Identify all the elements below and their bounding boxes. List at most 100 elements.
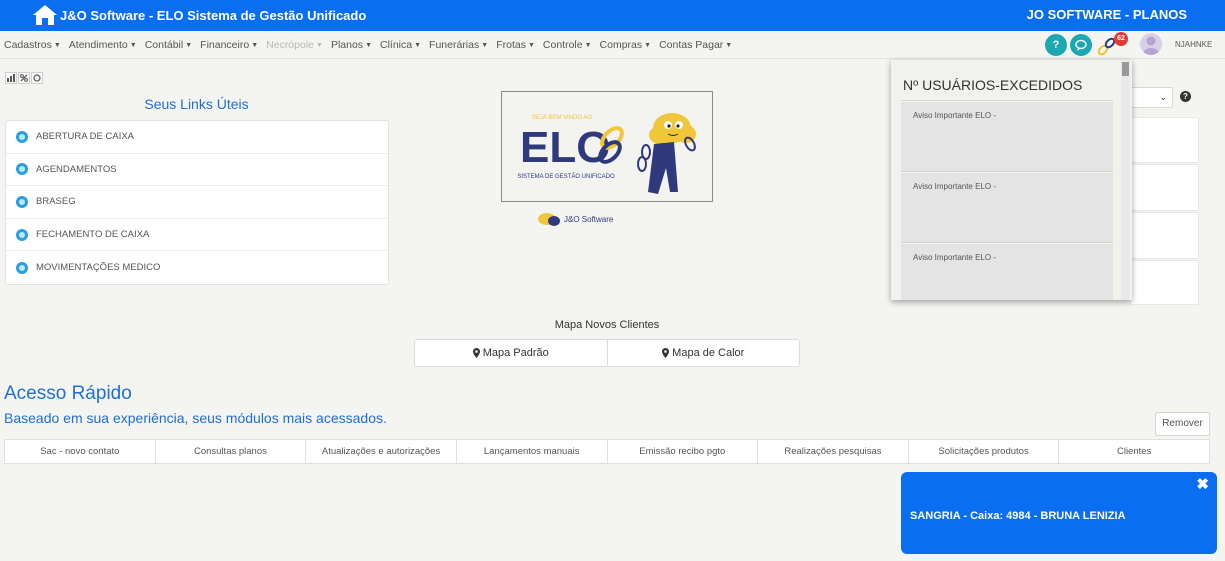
company-plan-title[interactable]: JO SOFTWARE - PLANOS xyxy=(1027,7,1187,22)
link-item[interactable]: MOVIMENTAÇÕES MEDICO xyxy=(6,251,388,284)
excess-users-dropdown: Nº USUÁRIOS-EXCEDIDOS Aviso Importante E… xyxy=(891,60,1132,300)
chevron-down-icon: ⌄ xyxy=(1159,92,1167,102)
remove-button[interactable]: Remover xyxy=(1155,412,1210,436)
link-label: FECHAMENTO DE CAIXA xyxy=(36,229,150,241)
link-item[interactable]: FECHAMENTO DE CAIXA xyxy=(6,219,388,252)
useful-links-title: Seus Links Úteis xyxy=(144,96,249,112)
dropdown-scrollbar[interactable] xyxy=(1121,60,1130,300)
quick-access-item[interactable]: Realizações pesquisas xyxy=(758,440,909,463)
quick-access-item[interactable]: Sac - novo contato xyxy=(5,440,156,463)
map-button-label: Mapa Padrão xyxy=(482,347,549,359)
quick-access-item[interactable]: Clientes xyxy=(1059,440,1209,463)
elo-welcome-banner: SEJA BEM VINDO AO ELO SISTEMA DE GESTÃO … xyxy=(501,91,713,202)
link-label: AGENDAMENTOS xyxy=(36,163,117,175)
map-marker-icon xyxy=(472,348,480,358)
quick-access-item[interactable]: Atualizações e autorizações xyxy=(306,440,457,463)
toast-notification[interactable]: ✖ SANGRIA - Caixa: 4984 - BRUNA LENIZIA xyxy=(901,472,1217,554)
info-panel-box xyxy=(1130,117,1199,163)
menu-financeiro[interactable]: Financeiro ▼ xyxy=(200,39,258,51)
help-icon[interactable]: ? xyxy=(1045,34,1067,56)
menu-label: Cadastros xyxy=(4,39,52,51)
username[interactable]: NJAHNKE xyxy=(1175,40,1212,49)
menu-frotas[interactable]: Frotas ▼ xyxy=(496,39,535,51)
menu-label: Controle xyxy=(542,39,583,51)
menu-funerarias[interactable]: Funerárias ▼ xyxy=(429,39,488,51)
caret-down-icon: ▼ xyxy=(644,41,652,49)
home-icon[interactable] xyxy=(32,4,58,26)
menu-label: Funerárias xyxy=(429,39,480,51)
menu-label: Frotas xyxy=(496,39,526,51)
link-icon[interactable] xyxy=(18,72,30,84)
menu-controle[interactable]: Controle ▼ xyxy=(543,39,592,51)
notification-badge: 62 xyxy=(1114,32,1128,46)
menu-atendimento[interactable]: Atendimento ▼ xyxy=(69,39,137,51)
map-button-group: Mapa Padrão Mapa de Calor xyxy=(414,339,800,367)
caret-down-icon: ▼ xyxy=(185,41,193,49)
link-item[interactable]: AGENDAMENTOS xyxy=(6,154,388,187)
brand-text: J&O Software xyxy=(564,215,613,224)
link-item[interactable]: BRASEG xyxy=(6,186,388,219)
new-clients-map-title: Mapa Novos Clientes xyxy=(554,319,660,331)
caret-down-icon: ▼ xyxy=(129,41,137,49)
bullet-icon xyxy=(16,261,28,274)
top-bar: J&O Software - ELO Sistema de Gestão Uni… xyxy=(0,0,1225,31)
period-select[interactable]: ⌄ xyxy=(1128,87,1173,108)
question-icon[interactable]: ? xyxy=(1180,91,1191,102)
toast-message: SANGRIA - Caixa: 4984 - BRUNA LENIZIA xyxy=(910,510,1126,522)
menu-label: Atendimento xyxy=(68,39,128,51)
info-panel-box xyxy=(1130,260,1199,305)
standard-map-button[interactable]: Mapa Padrão xyxy=(415,340,607,366)
caret-down-icon: ▼ xyxy=(365,41,372,49)
widget-toolbar xyxy=(5,72,44,84)
menu-label: Financeiro xyxy=(200,39,250,51)
link-label: ABERTURA DE CAIXA xyxy=(36,131,135,143)
user-icon xyxy=(1143,36,1159,55)
map-marker-icon xyxy=(662,348,670,358)
menu-label: Clínica xyxy=(380,39,413,51)
bullet-icon xyxy=(16,130,28,143)
heat-map-button[interactable]: Mapa de Calor xyxy=(606,340,800,366)
menu-label: Compras xyxy=(599,39,643,51)
chat-bubble-icon xyxy=(1075,39,1087,51)
quick-access-item[interactable]: Lançamentos manuais xyxy=(457,440,608,463)
scrollbar-thumb[interactable] xyxy=(1122,62,1129,76)
close-icon[interactable]: ✖ xyxy=(1196,475,1209,493)
quick-access-title: Acesso Rápido xyxy=(4,383,132,404)
bullet-icon xyxy=(16,195,28,208)
menu-contas-pagar[interactable]: Contas Pagar ▼ xyxy=(659,39,732,51)
menu-planos[interactable]: Planos ▼ xyxy=(331,39,372,51)
menu-cadastros[interactable]: Cadastros ▼ xyxy=(4,39,61,51)
caret-down-icon: ▼ xyxy=(316,41,323,49)
notice-item[interactable]: Aviso Importante ELO - xyxy=(901,173,1113,243)
caret-down-icon: ▼ xyxy=(251,41,259,49)
notice-item[interactable]: Aviso Importante ELO - xyxy=(901,102,1113,172)
link-label: MOVIMENTAÇÕES MEDICO xyxy=(36,262,161,274)
menu-necropole: Necrópole ▼ xyxy=(266,39,323,51)
jo-software-logo: J&O Software xyxy=(533,206,614,228)
elo-illustration: SEJA BEM VINDO AO ELO SISTEMA DE GESTÃO … xyxy=(517,113,696,194)
link-label: BRASEG xyxy=(36,196,76,208)
avatar[interactable] xyxy=(1140,33,1162,55)
main-menu: Cadastros ▼ Atendimento ▼ Contábil ▼ Financ… xyxy=(4,39,740,51)
menu-label: Contábil xyxy=(144,39,184,51)
menu-contabil[interactable]: Contábil ▼ xyxy=(145,39,192,51)
elo-subtitle: SISTEMA DE GESTÃO UNIFICADO xyxy=(517,173,615,180)
caret-down-icon: ▼ xyxy=(414,41,422,49)
notice-item[interactable]: Aviso Importante ELO - xyxy=(901,244,1113,300)
quick-access-item[interactable]: Consultas planos xyxy=(156,440,307,463)
quick-access-item[interactable]: Emissão recibo pgto xyxy=(608,440,759,463)
quick-access-item[interactable]: Solicitações produtos xyxy=(909,440,1060,463)
info-panel-box xyxy=(1130,212,1199,259)
menu-compras[interactable]: Compras ▼ xyxy=(600,39,652,51)
elo-logo-text: ELO xyxy=(520,123,610,172)
cloud-logo-icon: J&O Software xyxy=(538,213,614,226)
map-button-label: Mapa de Calor xyxy=(672,347,745,359)
info-panel-box xyxy=(1130,164,1199,211)
chat-icon[interactable] xyxy=(1070,34,1092,56)
menu-clinica[interactable]: Clínica ▼ xyxy=(380,39,421,51)
chart-icon[interactable] xyxy=(5,72,17,84)
quick-access-subtitle: Baseado em sua experiência, seus módulos… xyxy=(4,410,387,426)
link-item[interactable]: ABERTURA DE CAIXA xyxy=(6,121,388,154)
circle-icon[interactable] xyxy=(31,72,43,84)
caret-down-icon: ▼ xyxy=(481,41,489,49)
